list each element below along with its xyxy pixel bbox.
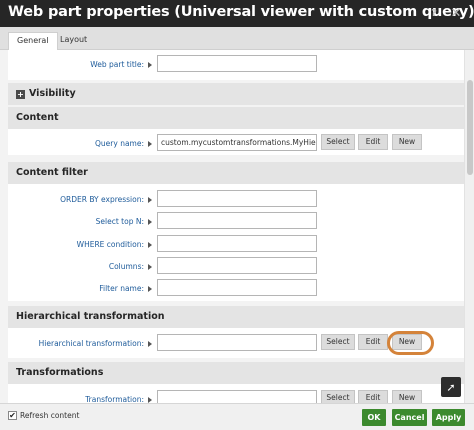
help-icon[interactable]: ?: [427, 5, 441, 21]
dialog-title: Web part properties (Universal viewer wi…: [8, 4, 474, 20]
label-arrow-icon: [148, 341, 152, 347]
hierarchical-transformation-section-header: Hierarchical transformation: [8, 306, 464, 328]
query-select-button[interactable]: Select: [321, 134, 355, 150]
columns-row: Columns:: [8, 257, 464, 277]
query-new-button[interactable]: New: [392, 134, 422, 150]
dialog-footer: ✔ Refresh content OK Cancel Apply: [0, 403, 474, 430]
columns-label: Columns:: [108, 262, 144, 271]
transformation-edit-button[interactable]: Edit: [358, 390, 388, 403]
transformation-row: Transformation: Select Edit New: [8, 390, 464, 403]
hierarchical-select-button[interactable]: Select: [321, 334, 355, 350]
label-arrow-icon: [148, 264, 152, 270]
compass-icon[interactable]: ➚: [441, 377, 461, 397]
content-filter-header-label: Content filter: [16, 167, 88, 178]
query-name-label: Query name:: [95, 139, 144, 148]
refresh-content-checkbox[interactable]: ✔: [8, 411, 17, 420]
vertical-scrollbar[interactable]: [464, 50, 474, 403]
transformation-label: Transformation:: [85, 395, 144, 403]
filter-name-label: Filter name:: [99, 284, 144, 293]
content-header-label: Content: [16, 112, 59, 123]
order-by-input[interactable]: [157, 190, 317, 207]
filter-name-input[interactable]: [157, 279, 317, 296]
transformation-select-button[interactable]: Select: [321, 390, 355, 403]
content-filter-section-header: Content filter: [8, 162, 464, 184]
query-edit-button[interactable]: Edit: [358, 134, 388, 150]
label-arrow-icon: [148, 141, 152, 147]
label-arrow-icon: [148, 62, 152, 68]
transformations-section-header: Transformations: [8, 362, 464, 384]
apply-button[interactable]: Apply: [432, 409, 465, 426]
select-top-n-input[interactable]: [157, 212, 317, 229]
web-part-title-label: Web part title:: [90, 60, 144, 69]
dialog-title-bar: Web part properties (Universal viewer wi…: [0, 0, 474, 27]
label-arrow-icon: [148, 219, 152, 225]
visibility-header-label: Visibility: [29, 88, 76, 99]
query-name-row: Query name: custom.mycustomtransformatio…: [8, 134, 464, 154]
cancel-button[interactable]: Cancel: [392, 409, 427, 426]
ok-button[interactable]: OK: [362, 409, 386, 426]
label-arrow-icon: [148, 197, 152, 203]
columns-input[interactable]: [157, 257, 317, 274]
transformation-input[interactable]: [157, 390, 317, 403]
label-arrow-icon: [148, 242, 152, 248]
select-top-n-label: Select top N:: [95, 217, 144, 226]
tab-general[interactable]: General: [8, 32, 58, 51]
where-condition-row: WHERE condition:: [8, 235, 464, 255]
query-name-input[interactable]: custom.mycustomtransformations.MyHierarc…: [157, 134, 317, 151]
where-condition-input[interactable]: [157, 235, 317, 252]
scrollbar-thumb[interactable]: [467, 80, 473, 175]
hierarchical-transformation-label: Hierarchical transformation:: [38, 339, 144, 348]
expand-icon: +: [16, 90, 25, 99]
select-top-n-row: Select top N:: [8, 212, 464, 232]
web-part-title-row: Web part title:: [8, 55, 464, 75]
web-part-title-input[interactable]: [157, 55, 317, 72]
visibility-section-header[interactable]: + Visibility: [8, 83, 464, 105]
transformation-new-button[interactable]: New: [392, 390, 422, 403]
hierarchical-transformation-header-label: Hierarchical transformation: [16, 311, 165, 322]
close-icon[interactable]: ✕: [449, 5, 463, 21]
hierarchical-edit-button[interactable]: Edit: [358, 334, 388, 350]
content-section-header: Content: [8, 107, 464, 129]
label-arrow-icon: [148, 286, 152, 292]
refresh-content-label: Refresh content: [20, 411, 80, 420]
filter-name-row: Filter name:: [8, 279, 464, 299]
transformations-header-label: Transformations: [16, 367, 104, 378]
order-by-label: ORDER BY expression:: [60, 195, 144, 204]
where-condition-label: WHERE condition:: [76, 240, 144, 249]
tab-layout[interactable]: Layout: [52, 32, 95, 50]
hierarchical-transformation-input[interactable]: [157, 334, 317, 351]
order-by-row: ORDER BY expression:: [8, 190, 464, 210]
highlight-ring: [387, 331, 434, 355]
tab-bar: General Layout: [0, 27, 474, 51]
